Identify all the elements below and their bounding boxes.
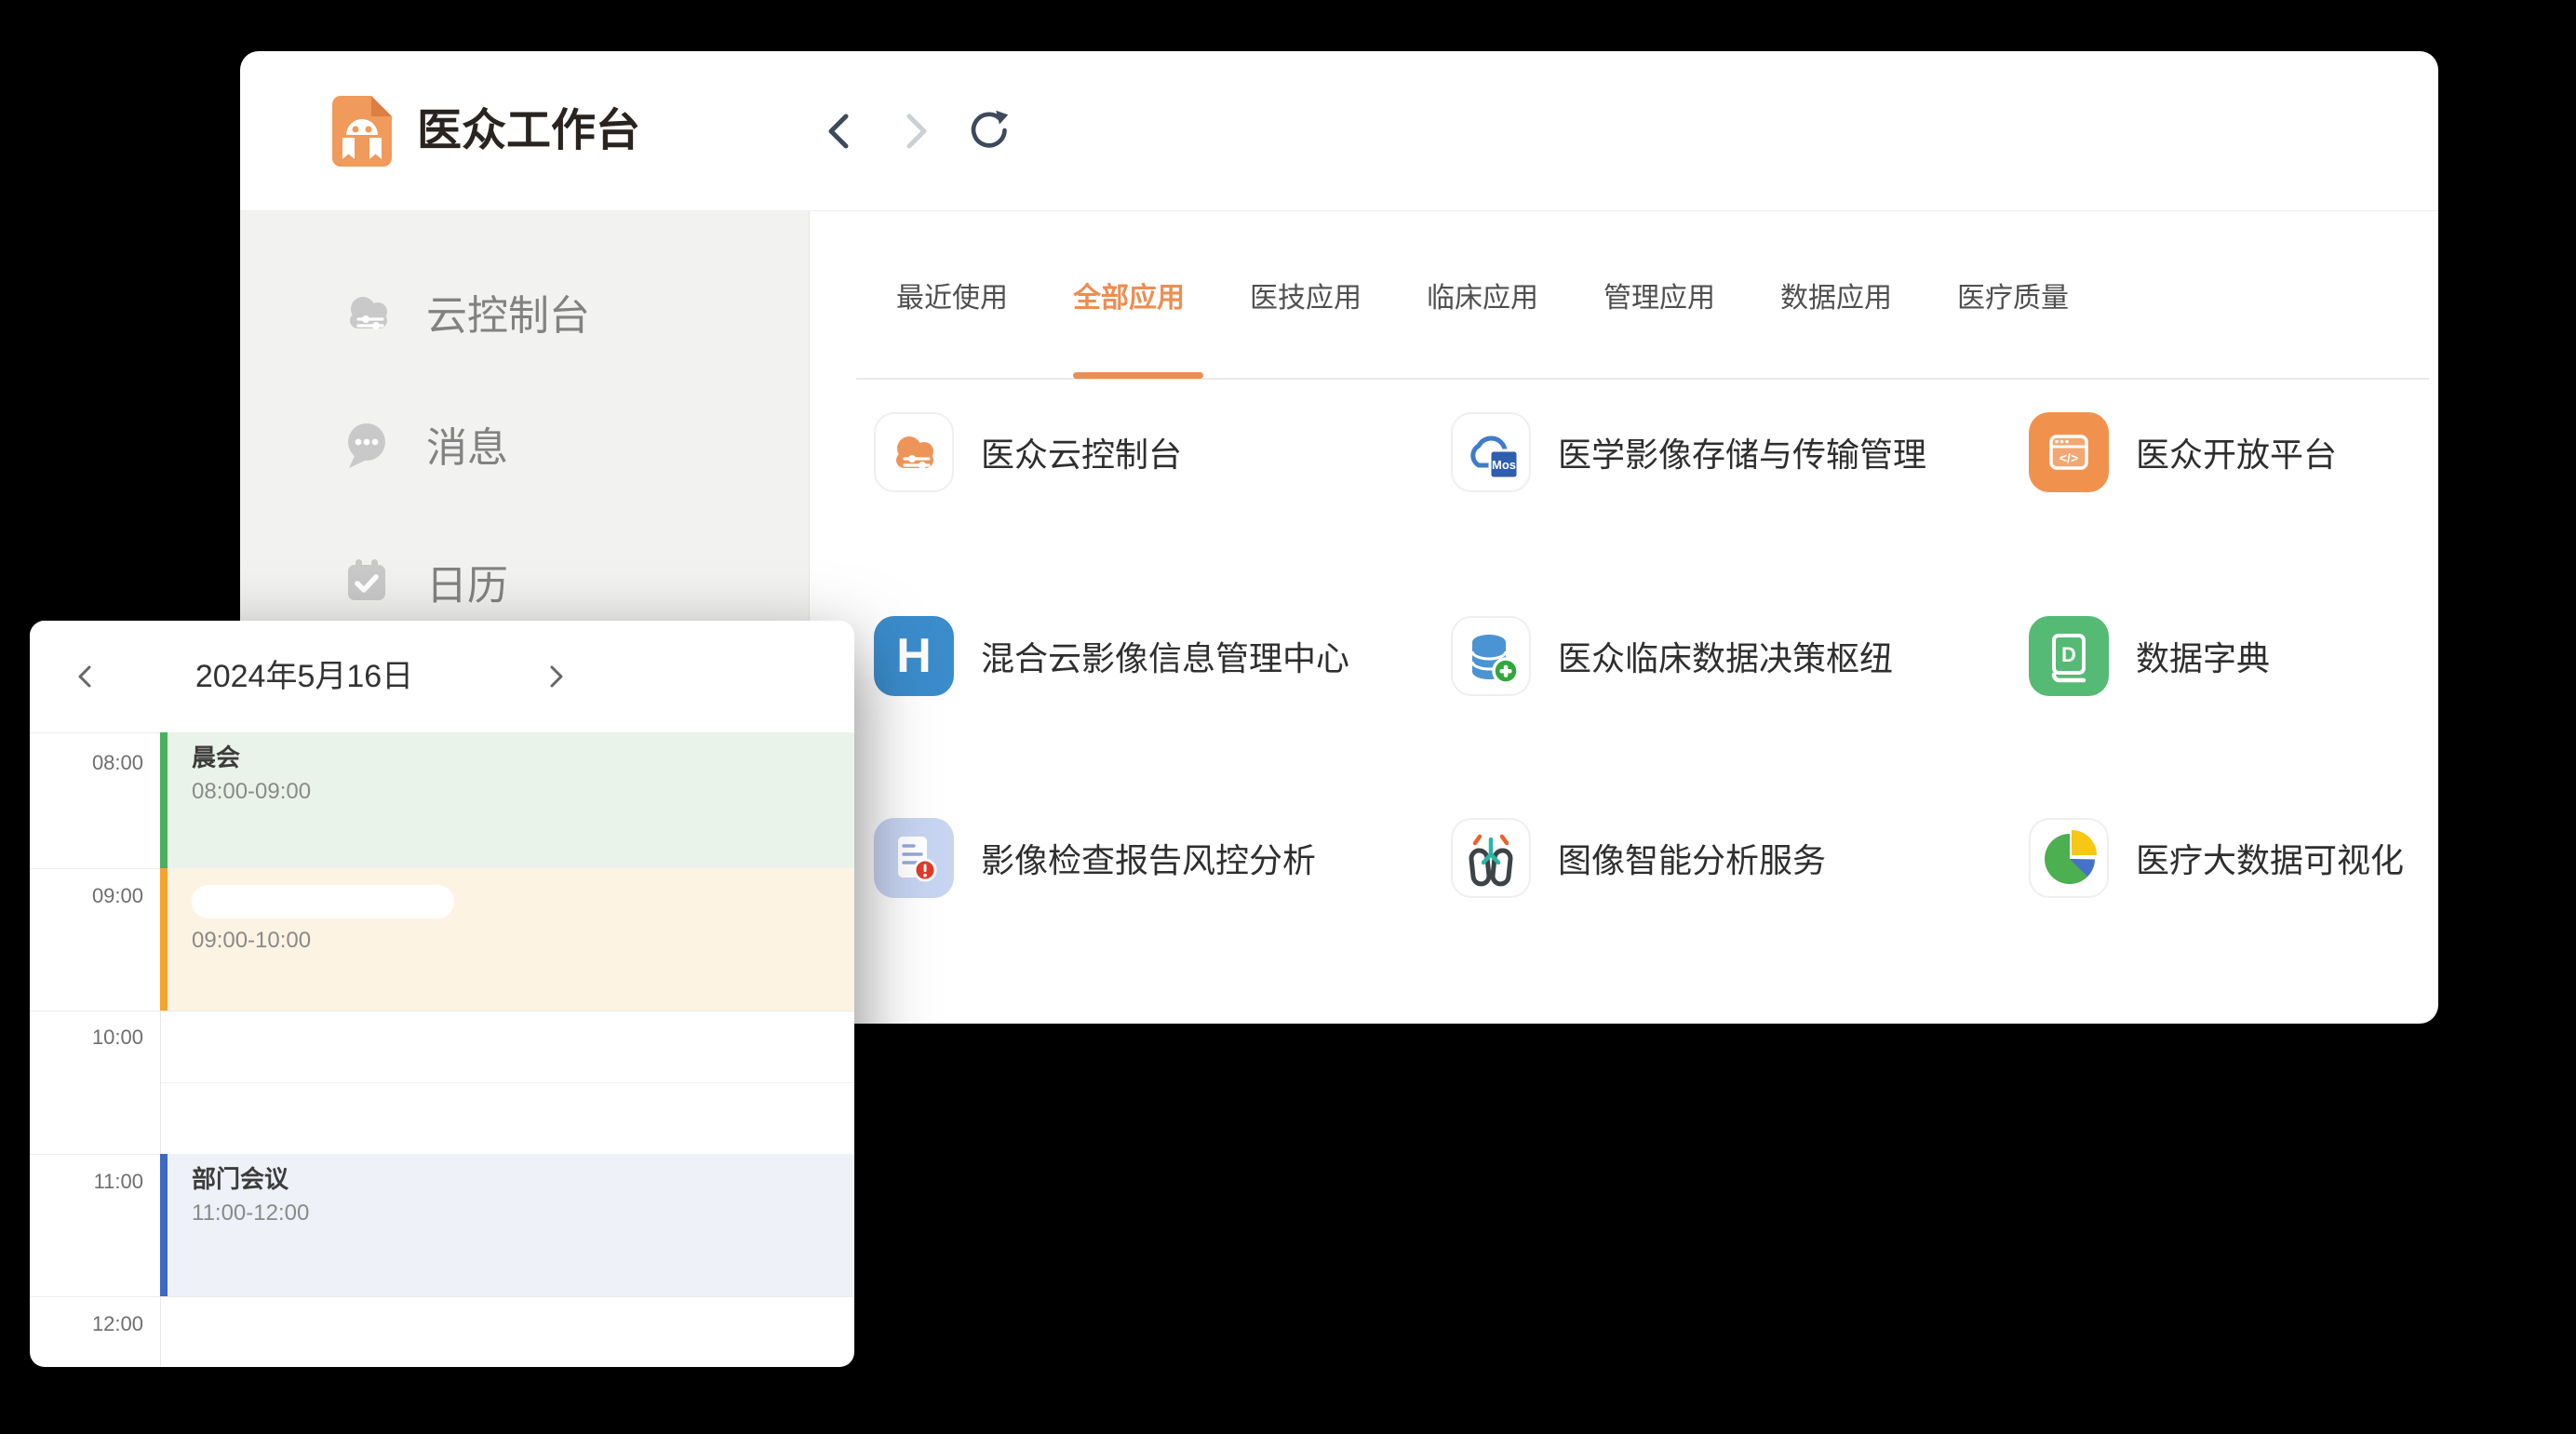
tab-data-apps[interactable]: 数据应用 bbox=[1780, 275, 1892, 315]
mos-cloud-icon: Mos bbox=[1451, 412, 1531, 492]
hour-gridline bbox=[30, 1011, 854, 1012]
app-item[interactable]: 影像检查报告风控分析 bbox=[874, 818, 1316, 898]
message-bubble-icon bbox=[337, 414, 396, 474]
data-dictionary-icon: D bbox=[2029, 616, 2109, 696]
app-item[interactable]: H 混合云影像信息管理中心 bbox=[874, 616, 1349, 696]
sidebar-item-calendar[interactable]: 日历 bbox=[337, 549, 508, 614]
calendar-header: 2024年5月16日 bbox=[30, 621, 854, 732]
time-label: 12:00 bbox=[30, 1312, 143, 1336]
window-header: 医众工作台 bbox=[240, 51, 2438, 211]
hybrid-cloud-h-icon: H bbox=[874, 616, 954, 696]
event-title: 部门会议 bbox=[192, 1165, 854, 1193]
app-label: 影像检查报告风控分析 bbox=[981, 834, 1316, 882]
back-button[interactable] bbox=[817, 107, 865, 155]
pie-chart-icon bbox=[2029, 818, 2109, 898]
calendar-panel: 2024年5月16日 08:00 09:00 10:00 11:00 12:00… bbox=[30, 621, 854, 1367]
report-risk-icon bbox=[874, 818, 954, 898]
app-logo-icon bbox=[332, 96, 392, 167]
tab-recently-used[interactable]: 最近使用 bbox=[896, 275, 1008, 315]
sidebar-item-cloud-console[interactable]: 云控制台 bbox=[337, 279, 590, 344]
forward-button[interactable] bbox=[890, 107, 938, 155]
app-item[interactable]: 医众临床数据决策枢纽 bbox=[1451, 616, 1893, 696]
refresh-icon bbox=[962, 105, 1011, 157]
nav-controls bbox=[817, 51, 1011, 211]
calendar-body: 08:00 09:00 10:00 11:00 12:00 晨会 08:00-0… bbox=[30, 732, 854, 1367]
open-platform-icon: </> bbox=[2029, 412, 2109, 492]
app-label: 图像智能分析服务 bbox=[1558, 834, 1826, 882]
chevron-right-icon bbox=[543, 664, 568, 689]
time-label: 09:00 bbox=[30, 884, 143, 908]
app-label: 医众开放平台 bbox=[2136, 428, 2337, 476]
refresh-button[interactable] bbox=[962, 107, 1011, 155]
sidebar-item-messages[interactable]: 消息 bbox=[337, 411, 508, 476]
sidebar-item-label: 云控制台 bbox=[426, 282, 590, 342]
tab-all-apps[interactable]: 全部应用 bbox=[1073, 275, 1185, 315]
tab-clinical-apps[interactable]: 临床应用 bbox=[1427, 275, 1538, 315]
app-item[interactable]: 医众云控制台 bbox=[874, 412, 1182, 492]
pie-yellow-slice bbox=[2072, 830, 2097, 855]
calendar-next-button[interactable] bbox=[537, 658, 574, 695]
sidebar-item-label: 日历 bbox=[426, 552, 508, 611]
app-label: 数据字典 bbox=[2136, 632, 2270, 680]
event-time: 08:00-09:00 bbox=[192, 779, 854, 805]
svg-text:Mos: Mos bbox=[1492, 458, 1516, 472]
svg-text:D: D bbox=[2061, 643, 2076, 666]
window-title: 医众工作台 bbox=[417, 51, 640, 211]
event-title: 晨会 bbox=[192, 744, 854, 771]
event-title-redacted bbox=[192, 885, 454, 918]
active-tab-underline bbox=[1073, 372, 1203, 379]
desktop-background: 医众工作台 bbox=[0, 0, 2576, 1434]
chevron-left-icon bbox=[74, 664, 98, 689]
tab-quality-apps[interactable]: 医疗质量 bbox=[1957, 275, 2069, 315]
time-label: 11:00 bbox=[30, 1170, 143, 1194]
event-time: 09:00-10:00 bbox=[192, 928, 854, 954]
clinical-database-icon bbox=[1451, 616, 1531, 696]
app-item[interactable]: Mos 医学影像存储与传输管理 bbox=[1451, 412, 1926, 492]
svg-text:</>: </> bbox=[2059, 450, 2078, 465]
hour-gridline bbox=[30, 1296, 854, 1297]
tab-medtech-apps[interactable]: 医技应用 bbox=[1250, 275, 1362, 315]
cloud-console-icon bbox=[874, 412, 954, 492]
app-item[interactable]: 图像智能分析服务 bbox=[1451, 818, 1826, 898]
half-hour-gridline bbox=[160, 1082, 854, 1083]
app-label: 医众云控制台 bbox=[981, 428, 1182, 476]
calendar-date: 2024年5月16日 bbox=[141, 621, 467, 732]
tab-management-apps[interactable]: 管理应用 bbox=[1603, 275, 1715, 315]
app-item[interactable]: </> 医众开放平台 bbox=[2029, 412, 2337, 492]
app-label: 混合云影像信息管理中心 bbox=[981, 632, 1349, 680]
time-label: 10:00 bbox=[30, 1025, 143, 1050]
calendar-event-department-meeting[interactable]: 部门会议 11:00-12:00 bbox=[160, 1154, 854, 1296]
cloud-settings-icon bbox=[337, 282, 396, 342]
chevron-left-icon bbox=[821, 111, 862, 152]
app-item[interactable]: D 数据字典 bbox=[2029, 616, 2270, 696]
sidebar-item-label: 消息 bbox=[426, 414, 508, 474]
lungs-ai-icon bbox=[1451, 818, 1531, 898]
time-label: 08:00 bbox=[30, 751, 143, 775]
calendar-event-redacted[interactable]: 09:00-10:00 bbox=[160, 868, 854, 1011]
tab-bar: 最近使用 全部应用 医技应用 临床应用 管理应用 数据应用 医疗质量 bbox=[896, 275, 2069, 315]
app-label: 医学影像存储与传输管理 bbox=[1558, 428, 1926, 476]
event-time: 11:00-12:00 bbox=[192, 1200, 854, 1226]
calendar-prev-button[interactable] bbox=[67, 658, 104, 695]
content-area: 最近使用 全部应用 医技应用 临床应用 管理应用 数据应用 医疗质量 bbox=[810, 211, 2438, 1024]
calendar-check-icon bbox=[337, 552, 396, 611]
app-label: 医众临床数据决策枢纽 bbox=[1558, 632, 1893, 680]
calendar-event-morning-meeting[interactable]: 晨会 08:00-09:00 bbox=[160, 732, 854, 868]
chevron-right-icon bbox=[893, 111, 934, 152]
app-item[interactable]: 医疗大数据可视化 bbox=[2029, 818, 2404, 898]
app-label: 医疗大数据可视化 bbox=[2136, 834, 2404, 882]
